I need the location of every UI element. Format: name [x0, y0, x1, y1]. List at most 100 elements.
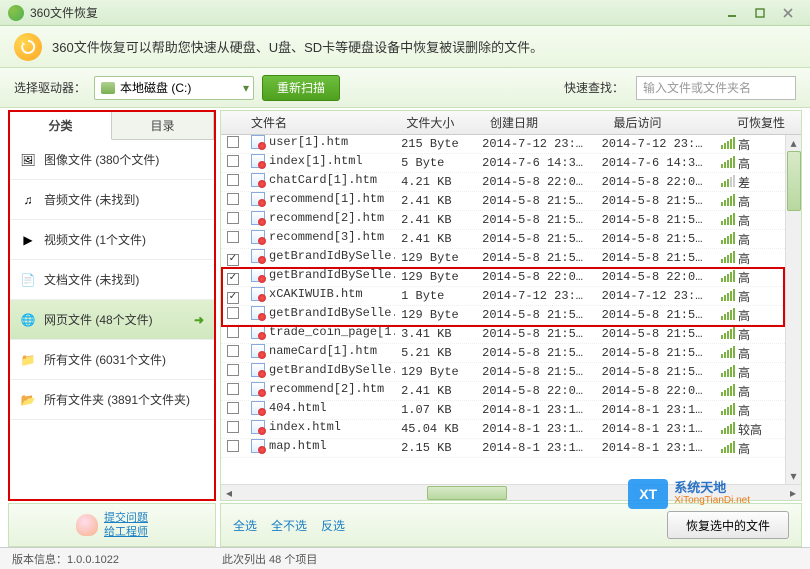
row-checkbox[interactable]: [227, 364, 239, 376]
select-none-link[interactable]: 全不选: [271, 517, 307, 534]
table-row[interactable]: index[1].html5 Byte2014-7-6 14:32:232014…: [221, 154, 785, 173]
table-row[interactable]: recommend[2].htm2.41 KB2014-5-8 22:01:31…: [221, 382, 785, 401]
file-icon: [251, 325, 265, 339]
row-checkbox[interactable]: [227, 326, 239, 338]
scroll-left-icon[interactable]: ◂: [221, 486, 237, 500]
close-button[interactable]: [774, 4, 802, 22]
scroll-thumb[interactable]: [787, 151, 801, 211]
sidebar-item-1[interactable]: ♫ 音频文件 (未找到): [10, 180, 214, 220]
table-row[interactable]: 404.html1.07 KB2014-8-1 23:17:572014-8-1…: [221, 401, 785, 420]
file-atime: 2014-5-8 22:01:31: [596, 384, 715, 398]
col-recoverability[interactable]: 可恢复性: [731, 114, 801, 131]
table-row[interactable]: xCAKIWUIB.htm1 Byte2014-7-12 23:37:16201…: [221, 287, 785, 306]
row-checkbox[interactable]: [227, 292, 239, 304]
file-name: index.html: [269, 420, 341, 434]
table-row[interactable]: getBrandIdBySelle...129 Byte2014-5-8 22:…: [221, 268, 785, 287]
tab-category[interactable]: 分类: [10, 112, 112, 140]
row-checkbox[interactable]: [227, 231, 239, 243]
recoverability: 高: [715, 345, 785, 362]
feedback-panel[interactable]: 提交问题 给工程师: [8, 503, 216, 547]
search-input[interactable]: [636, 76, 796, 100]
table-row[interactable]: getBrandIdBySelle...129 Byte2014-5-8 21:…: [221, 306, 785, 325]
table-row[interactable]: chatCard[1].htm4.21 KB2014-5-8 22:01:292…: [221, 173, 785, 192]
horizontal-scrollbar[interactable]: ◂ ▸: [221, 484, 801, 500]
file-size: 4.21 KB: [395, 175, 476, 189]
category-icon: ♫: [20, 192, 36, 208]
sidebar-item-3[interactable]: 📄文档文件 (未找到): [10, 260, 214, 300]
hscroll-thumb[interactable]: [427, 486, 507, 500]
app-logo-icon: [8, 5, 24, 21]
sidebar-item-2[interactable]: ▶视频文件 (1个文件): [10, 220, 214, 260]
file-atime: 2014-7-12 23:37:16: [596, 137, 715, 151]
sidebar-item-0[interactable]: 🖼图像文件 (380个文件): [10, 140, 214, 180]
row-checkbox[interactable]: [227, 273, 239, 285]
table-row[interactable]: getBrandIdBySelle...129 Byte2014-5-8 21:…: [221, 363, 785, 382]
row-checkbox[interactable]: [227, 440, 239, 452]
table-row[interactable]: recommend[1].htm2.41 KB2014-5-8 21:55:10…: [221, 192, 785, 211]
table-row[interactable]: recommend[3].htm2.41 KB2014-5-8 21:57:33…: [221, 230, 785, 249]
file-size: 2.41 KB: [395, 194, 476, 208]
scroll-right-icon[interactable]: ▸: [785, 486, 801, 500]
tab-directory[interactable]: 目录: [112, 112, 214, 139]
file-atime: 2014-5-8 21:55:10: [596, 194, 715, 208]
sidebar-item-5[interactable]: 📁所有文件 (6031个文件): [10, 340, 214, 380]
row-checkbox[interactable]: [227, 383, 239, 395]
vertical-scrollbar[interactable]: ▴ ▾: [785, 135, 801, 484]
col-filesize[interactable]: 文件大小: [400, 114, 484, 131]
file-name: getBrandIdBySelle...: [269, 363, 395, 377]
sidebar-item-6[interactable]: 📂所有文件夹 (3891个文件夹): [10, 380, 214, 420]
feedback-link1[interactable]: 提交问题: [104, 511, 148, 525]
file-size: 1.07 KB: [395, 403, 476, 417]
recoverability: 高: [715, 364, 785, 381]
row-checkbox[interactable]: [227, 402, 239, 414]
recoverability: 高: [715, 231, 785, 248]
table-row[interactable]: getBrandIdBySelle...129 Byte2014-5-8 21:…: [221, 249, 785, 268]
file-ctime: 2014-5-8 21:55:10: [476, 194, 595, 208]
recoverability: 高: [715, 250, 785, 267]
row-checkbox[interactable]: [227, 212, 239, 224]
file-ctime: 2014-8-1 23:17:57: [476, 441, 595, 455]
select-all-link[interactable]: 全选: [233, 517, 257, 534]
minimize-button[interactable]: [718, 4, 746, 22]
signal-icon: [721, 403, 735, 415]
recover-button[interactable]: 恢复选中的文件: [667, 511, 789, 539]
rescan-button[interactable]: 重新扫描: [262, 75, 340, 101]
row-checkbox[interactable]: [227, 155, 239, 167]
row-checkbox[interactable]: [227, 193, 239, 205]
table-row[interactable]: user[1].htm215 Byte2014-7-12 23:37:16201…: [221, 135, 785, 154]
drive-select[interactable]: 本地磁盘 (C:) ▾: [94, 76, 254, 100]
table-row[interactable]: index.html45.04 KB2014-8-1 23:17:572014-…: [221, 420, 785, 439]
file-ctime: 2014-5-8 21:56:59: [476, 346, 595, 360]
feedback-link2[interactable]: 给工程师: [104, 525, 148, 539]
maximize-button[interactable]: [746, 4, 774, 22]
category-icon: 🖼: [20, 152, 36, 168]
col-atime[interactable]: 最后访问: [608, 114, 731, 131]
sidebar-item-label: 音频文件 (未找到): [44, 191, 204, 208]
file-name: recommend[3].htm: [269, 230, 384, 244]
invert-selection-link[interactable]: 反选: [321, 517, 345, 534]
row-checkbox[interactable]: [227, 254, 239, 266]
file-atime: 2014-5-8 21:56:59: [596, 346, 715, 360]
selection-bar: 全选 全不选 反选 恢复选中的文件: [220, 503, 802, 547]
sidebar-item-4[interactable]: 🌐网页文件 (48个文件)➜: [10, 300, 214, 340]
table-row[interactable]: nameCard[1].htm5.21 KB2014-5-8 21:56:592…: [221, 344, 785, 363]
table-row[interactable]: trade_coin_page[1...3.41 KB2014-5-8 21:5…: [221, 325, 785, 344]
row-checkbox[interactable]: [227, 345, 239, 357]
row-checkbox[interactable]: [227, 136, 239, 148]
file-name: xCAKIWUIB.htm: [269, 287, 363, 301]
signal-icon: [721, 251, 735, 263]
col-ctime[interactable]: 创建日期: [484, 114, 607, 131]
chevron-down-icon: ▾: [243, 81, 249, 95]
file-atime: 2014-8-1 23:17:57: [596, 422, 715, 436]
table-row[interactable]: recommend[2].htm2.41 KB2014-5-8 21:56:58…: [221, 211, 785, 230]
table-row[interactable]: map.html2.15 KB2014-8-1 23:17:572014-8-1…: [221, 439, 785, 458]
signal-icon: [721, 327, 735, 339]
recovery-icon: [14, 33, 42, 61]
scroll-down-icon[interactable]: ▾: [786, 468, 801, 484]
file-atime: 2014-5-8 21:56:59: [596, 365, 715, 379]
row-checkbox[interactable]: [227, 421, 239, 433]
row-checkbox[interactable]: [227, 307, 239, 319]
scroll-up-icon[interactable]: ▴: [786, 135, 801, 151]
row-checkbox[interactable]: [227, 174, 239, 186]
col-filename[interactable]: 文件名: [245, 114, 400, 131]
